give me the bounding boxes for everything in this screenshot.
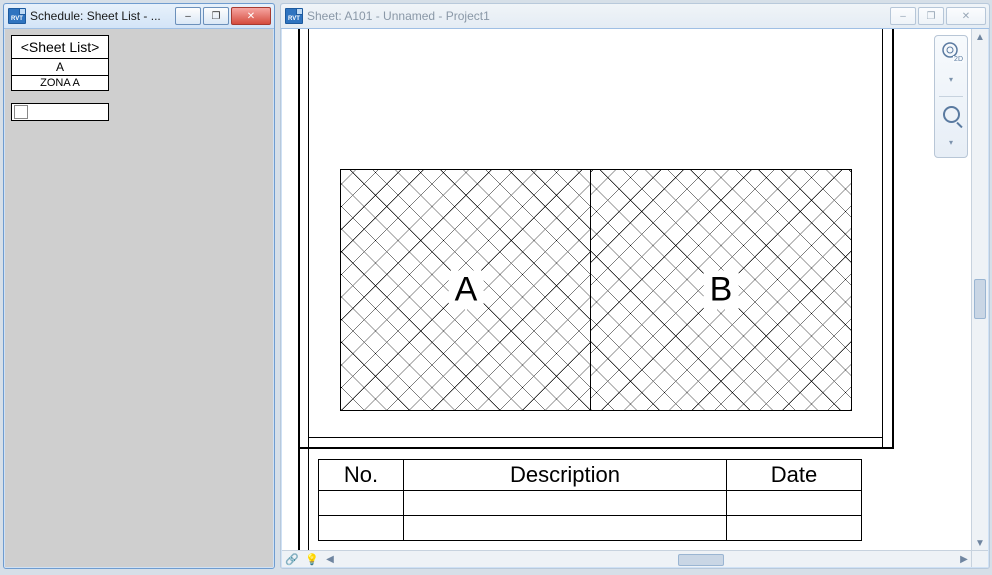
sheet-border-line — [308, 437, 883, 438]
horizontal-scrollbar[interactable]: 🔗 💡 ◀ ▶ — [282, 550, 972, 567]
schedule-window-title: Schedule: Sheet List - ... — [30, 9, 161, 23]
rev-header-description: Description — [404, 460, 727, 491]
scroll-left-arrow-icon[interactable]: ◀ — [322, 552, 338, 566]
lightbulb-icon[interactable]: 💡 — [305, 552, 319, 566]
table-row[interactable] — [319, 516, 862, 541]
checkbox-icon[interactable] — [14, 105, 28, 119]
scroll-up-arrow-icon[interactable]: ▲ — [972, 29, 988, 45]
close-button[interactable]: ✕ — [231, 7, 271, 25]
chevron-down-icon[interactable]: ▾ — [939, 68, 963, 90]
scroll-right-arrow-icon[interactable]: ▶ — [956, 552, 972, 566]
sheet-border-line — [892, 29, 894, 447]
sheet-window: RVT Sheet: A101 - Unnamed - Project1 – ❐… — [280, 3, 990, 569]
maximize-button[interactable]: ❐ — [203, 7, 229, 25]
schedule-row-cell[interactable]: ZONA A — [11, 76, 109, 91]
steering-wheel-2d-button[interactable]: 2D — [939, 40, 963, 62]
scrollbar-track[interactable] — [338, 552, 956, 566]
scroll-down-arrow-icon[interactable]: ▼ — [972, 535, 988, 551]
rev-header-no: No. — [319, 460, 404, 491]
schedule-header-cell[interactable]: A — [11, 59, 109, 76]
separator — [939, 96, 963, 97]
navigation-bar: 2D ▾ ▾ — [934, 35, 968, 158]
sheet-window-title: Sheet: A101 - Unnamed - Project1 — [307, 9, 490, 23]
scrollbar-corner — [971, 550, 988, 567]
rvt-file-icon: RVT — [8, 8, 26, 24]
schedule-window: RVT Schedule: Sheet List - ... – ❐ ✕ <Sh… — [3, 3, 275, 569]
filled-region-a[interactable]: A — [340, 169, 592, 411]
minimize-button[interactable]: – — [890, 7, 916, 25]
schedule-titlebar[interactable]: RVT Schedule: Sheet List - ... – ❐ ✕ — [4, 4, 274, 29]
sheet-border-line — [298, 29, 300, 551]
schedule-title-cell[interactable]: <Sheet List> — [11, 35, 109, 59]
drawing-canvas[interactable]: A B No. Description Date — [282, 29, 972, 551]
schedule-input-row[interactable] — [11, 103, 109, 121]
chevron-down-icon[interactable]: ▾ — [939, 131, 963, 153]
rvt-file-icon: RVT — [285, 8, 303, 24]
table-row[interactable] — [319, 491, 862, 516]
close-button[interactable]: ✕ — [946, 7, 986, 25]
scrollbar-thumb[interactable] — [678, 554, 724, 566]
mdi-area: RVT Schedule: Sheet List - ... – ❐ ✕ <Sh… — [0, 0, 992, 575]
schedule-client-area: <Sheet List> A ZONA A — [5, 29, 273, 567]
scrollbar-thumb[interactable] — [974, 279, 986, 319]
sheet-client-area: A B No. Description Date — [282, 29, 988, 567]
zoom-button[interactable] — [939, 103, 963, 125]
maximize-button[interactable]: ❐ — [918, 7, 944, 25]
revision-table[interactable]: No. Description Date — [318, 459, 862, 541]
minimize-button[interactable]: – — [175, 7, 201, 25]
magnifier-icon — [943, 106, 960, 123]
sheet-border-line — [882, 29, 883, 447]
region-label: B — [704, 271, 739, 310]
vertical-scrollbar[interactable]: ▲ ▼ — [971, 29, 988, 551]
sheet-border-line — [308, 29, 309, 551]
filled-region-b[interactable]: B — [590, 169, 852, 411]
link-status-icon[interactable]: 🔗 — [285, 552, 299, 566]
region-label: A — [449, 271, 484, 310]
sheet-border-line — [298, 447, 894, 449]
rev-header-date: Date — [727, 460, 862, 491]
sheet-titlebar[interactable]: RVT Sheet: A101 - Unnamed - Project1 – ❐… — [281, 4, 989, 29]
